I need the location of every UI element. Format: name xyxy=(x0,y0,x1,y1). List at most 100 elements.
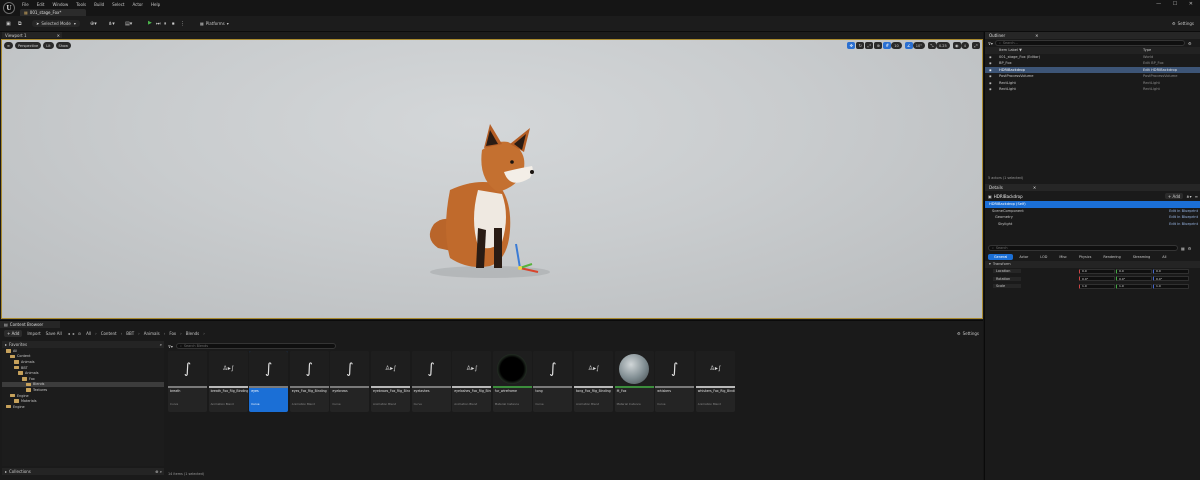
content-browser-tab[interactable]: ▤ Content Browser xyxy=(0,321,60,328)
fox-model[interactable] xyxy=(420,120,560,280)
asset-tile[interactable]: ∫ whiskers Curve xyxy=(655,351,695,412)
asset-tile[interactable]: ♙▸∫ breath_Fox_Rig_Binding Animation Blend xyxy=(208,351,248,412)
add-actor-icon[interactable]: ⊕▾ xyxy=(90,21,97,27)
folder-tree-item[interactable]: Engine xyxy=(2,404,164,410)
column-type[interactable]: Type xyxy=(1143,48,1151,52)
asset-tile[interactable]: M_Fox Material Instance xyxy=(614,351,654,412)
menu-file[interactable]: File xyxy=(22,2,29,7)
translate-icon[interactable]: ✥ xyxy=(847,42,856,49)
more-icon[interactable]: ⋮ xyxy=(180,21,185,27)
favorites-section[interactable]: ▸ Favorites ⌕ xyxy=(2,341,164,348)
asset-tile[interactable]: ∫ tong Curve xyxy=(533,351,573,412)
transform-label[interactable]: Rotation xyxy=(993,276,1021,281)
filter-icon[interactable]: ⊽▾ xyxy=(988,41,993,46)
visibility-eye-icon[interactable]: ◉ xyxy=(989,74,999,78)
asset-tile[interactable]: ♙▸∫ whiskers_Fox_Rig_Binding Animation Ble… xyxy=(695,351,735,412)
details-tab-physics[interactable]: Physics xyxy=(1073,254,1098,260)
lit-button[interactable]: Lit xyxy=(43,42,54,49)
details-tab-lod[interactable]: LOD xyxy=(1034,254,1053,260)
menu-edit[interactable]: Edit xyxy=(37,2,45,7)
transform-value-x[interactable]: 1.0 xyxy=(1079,283,1115,289)
asset-tile[interactable]: ∫ eyelashes Curve xyxy=(411,351,451,412)
breadcrumb-item[interactable]: Fox xyxy=(169,331,176,336)
visibility-eye-icon[interactable]: ◉ xyxy=(989,61,999,65)
column-item-label[interactable]: Item Label ▼ xyxy=(999,48,1143,52)
gear-icon[interactable]: ⚙ xyxy=(1188,41,1192,46)
breadcrumb-item[interactable]: Content xyxy=(101,331,117,336)
transform-value-y[interactable]: 0.0° xyxy=(1116,276,1152,282)
stop-icon[interactable]: ⏹ xyxy=(172,21,175,27)
details-tab-general[interactable]: General xyxy=(988,254,1014,260)
transform-value-z[interactable]: 0.0 xyxy=(1153,268,1189,274)
asset-tile[interactable]: ♙▸∫ eyelashes_Fox_Rig_Binding Animation Bl… xyxy=(452,351,492,412)
forward-icon[interactable]: ▸ xyxy=(73,331,75,336)
save-all-button[interactable]: Save All xyxy=(46,331,62,336)
filter-icon[interactable]: ⊽▾ xyxy=(168,344,173,349)
edit-in-blueprint-link[interactable]: Edit in Blueprint xyxy=(1169,222,1198,226)
transform-label[interactable]: Location xyxy=(993,269,1021,274)
transform-value-x[interactable]: 0.0° xyxy=(1079,276,1115,282)
perspective-button[interactable]: Perspective xyxy=(14,42,42,49)
grid-icon[interactable]: ▦ xyxy=(1181,246,1185,251)
details-tab-streaming[interactable]: Streaming xyxy=(1127,254,1157,260)
asset-search-input[interactable]: ⌕ Search Blends xyxy=(175,343,336,349)
world-icon[interactable]: ⊕ xyxy=(874,42,883,49)
menu-help[interactable]: Help xyxy=(151,2,160,7)
window-controls[interactable]: — ☐ ✕ xyxy=(1156,1,1198,7)
close-icon[interactable]: ✕ xyxy=(1035,33,1038,38)
mode-selector[interactable]: ➤ Selected Mode ▾ xyxy=(32,20,80,27)
menu-window[interactable]: Window xyxy=(52,2,68,7)
asset-tile[interactable]: fur_wireframe Material Instance xyxy=(492,351,532,412)
rotation-snap-value[interactable]: 10° xyxy=(912,42,925,49)
scale-snap-icon[interactable]: ⤡ xyxy=(927,42,936,49)
breadcrumb-item[interactable]: All xyxy=(86,331,91,336)
content-icon[interactable]: ⧉ xyxy=(18,21,22,27)
blueprint-icon[interactable]: ⋔▾ xyxy=(108,21,115,27)
details-tab-misc[interactable]: Misc xyxy=(1053,254,1073,260)
rotate-icon[interactable]: ↻ xyxy=(856,42,865,49)
visibility-eye-icon[interactable]: ◉ xyxy=(989,68,999,72)
collections-section[interactable]: ▸ Collections ⊕ ⌕ xyxy=(2,468,164,475)
add-button[interactable]: + Add xyxy=(4,330,23,337)
asset-tile[interactable]: ∫ breath Curve xyxy=(168,351,207,412)
add-collection-icon[interactable]: ⊕ ⌕ xyxy=(155,469,162,474)
close-icon[interactable]: ✕ xyxy=(57,33,60,38)
menu-build[interactable]: Build xyxy=(94,2,104,7)
breadcrumb-item[interactable]: Blends xyxy=(186,331,199,336)
edit-in-blueprint-link[interactable]: Edit in Blueprint xyxy=(1169,209,1198,213)
asset-tile[interactable]: ♙▸∫ eyebrows_Fox_Rig_Binding Animation Ble… xyxy=(371,351,410,412)
asset-tile[interactable]: ∫ eyes Curve xyxy=(249,351,289,412)
unreal-logo-icon[interactable]: U xyxy=(3,2,15,14)
visibility-eye-icon[interactable]: ◉ xyxy=(989,87,999,91)
details-tab-actor[interactable]: Actor xyxy=(1013,254,1034,260)
camera-speed-icon[interactable]: ◉ xyxy=(952,42,961,49)
search-icon[interactable]: ⌕ xyxy=(160,342,162,347)
asset-tile[interactable]: ♙▸∫ tong_Fox_Rig_Binding Animation Blend xyxy=(574,351,613,412)
history-icon[interactable]: ⊙ xyxy=(78,331,81,336)
transform-value-x[interactable]: 0.0 xyxy=(1079,268,1115,274)
settings-button[interactable]: ⚙ Settings xyxy=(1172,21,1194,26)
grid-snap-value[interactable]: 10 xyxy=(891,42,902,49)
grid-snap-icon[interactable]: # xyxy=(883,42,892,49)
platforms-button[interactable]: ▦ Platforms ▾ xyxy=(200,21,229,26)
content-settings-button[interactable]: ⚙ Settings xyxy=(957,331,979,336)
import-button[interactable]: Import xyxy=(27,331,40,336)
viewport-tab[interactable]: Viewport 1 ✕ xyxy=(2,32,62,38)
cinematics-icon[interactable]: ▤▾ xyxy=(125,21,132,27)
map-tab[interactable]: ▦ 001_stage_Fox* xyxy=(20,9,86,16)
back-icon[interactable]: ◂ xyxy=(68,331,70,336)
details-tab-rendering[interactable]: Rendering xyxy=(1097,254,1126,260)
breadcrumb-item[interactable]: Animals xyxy=(144,331,160,336)
camera-speed-value[interactable]: 4 xyxy=(960,42,969,49)
transform-value-y[interactable]: 1.0 xyxy=(1116,283,1152,289)
scale-snap-value[interactable]: 0.25 xyxy=(935,42,950,49)
asset-tile[interactable]: ∫ eyebrows Curve xyxy=(330,351,370,412)
maximize-icon[interactable]: ⤢ xyxy=(972,42,980,49)
outliner-tab[interactable]: Outliner ✕ xyxy=(985,32,1200,39)
edit-in-blueprint-link[interactable]: Edit in Blueprint xyxy=(1169,215,1198,219)
step-icon[interactable]: ⏭ xyxy=(156,21,161,27)
viewport-menu-button[interactable]: ≡ xyxy=(4,42,13,49)
save-icon[interactable]: ▣ xyxy=(6,21,11,27)
close-icon[interactable]: ✕ xyxy=(1033,185,1036,190)
menu-icon[interactable]: ≡ xyxy=(1195,194,1198,199)
